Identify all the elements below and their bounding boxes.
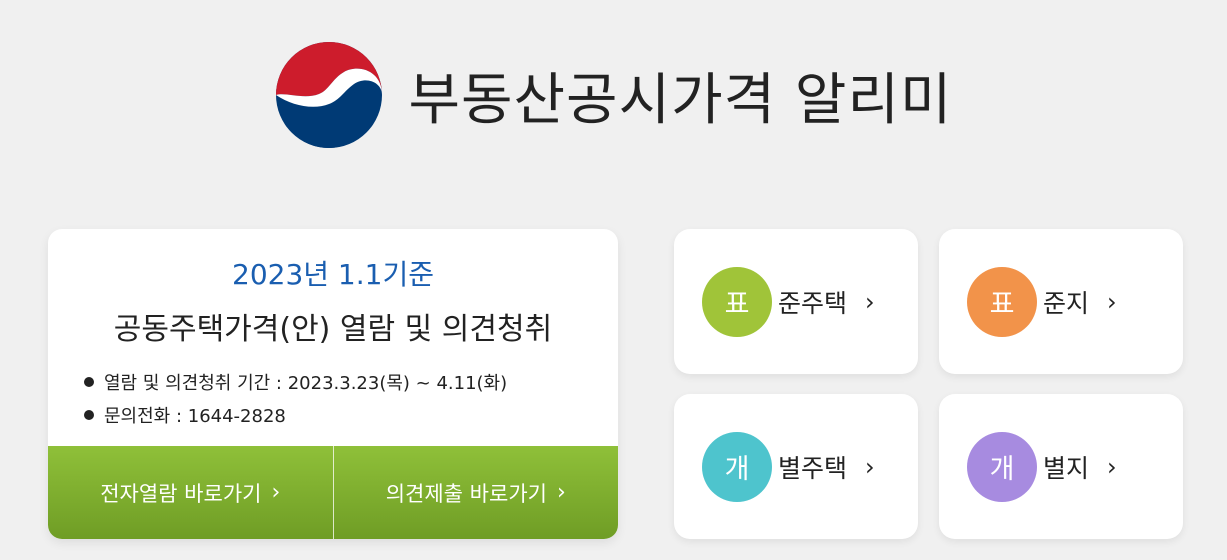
notice-card: 2023년 1.1기준 공동주택가격(안) 열람 및 의견청취 열람 및 의견청… <box>48 229 618 539</box>
submit-opinion-button-label: 의견제출 바로가기 <box>385 481 547 506</box>
e-viewing-button-label: 전자열람 바로가기 <box>100 481 262 506</box>
bullet-icon <box>84 409 94 420</box>
info-phone-text: 문의전화 : 1644-2828 <box>104 405 286 427</box>
submit-opinion-button[interactable]: 의견제출 바로가기 › <box>332 446 619 539</box>
tile-badge: 개 <box>702 431 772 502</box>
chevron-right-icon: › <box>271 480 281 505</box>
e-viewing-button[interactable]: 전자열람 바로가기 › <box>48 446 333 539</box>
chevron-right-icon: › <box>556 480 566 505</box>
list-item: 열람 및 의견청취 기간 : 2023.3.23(목) ~ 4.11(화) <box>84 365 507 398</box>
site-title: 부동산공시가격 알리미 <box>408 67 953 133</box>
chevron-right-icon: › <box>865 287 875 316</box>
tile-badge: 개 <box>967 431 1037 502</box>
site-header: 부동산공시가격 알리미 <box>0 0 1227 190</box>
notice-date-label: 2023년 1.1기준 <box>232 258 434 291</box>
tile-badge: 표 <box>967 266 1037 337</box>
notice-info-list: 열람 및 의견청취 기간 : 2023.3.23(목) ~ 4.11(화) 문의… <box>84 365 507 431</box>
government-emblem-icon[interactable] <box>274 40 384 150</box>
tile-label: 준지 <box>1043 288 1090 318</box>
chevron-right-icon: › <box>1107 287 1117 316</box>
tile-label: 준주택 <box>778 288 848 318</box>
bullet-icon <box>84 376 94 387</box>
notice-title: 공동주택가격(안) 열람 및 의견청취 <box>113 312 553 347</box>
tile-label: 별주택 <box>778 453 848 483</box>
page: 부동산공시가격 알리미 2023년 1.1기준 공동주택가격(안) 열람 및 의… <box>0 0 1227 560</box>
tile-standard-housing[interactable]: 표 준주택 › <box>674 229 918 374</box>
tile-individual-housing[interactable]: 개 별주택 › <box>674 394 918 539</box>
list-item: 문의전화 : 1644-2828 <box>84 398 507 431</box>
chevron-right-icon: › <box>1107 452 1117 481</box>
tile-individual-land[interactable]: 개 별지 › <box>939 394 1183 539</box>
info-period-text: 열람 및 의견청취 기간 : 2023.3.23(목) ~ 4.11(화) <box>104 372 508 394</box>
notice-action-bar: 전자열람 바로가기 › 의견제출 바로가기 › <box>48 446 618 539</box>
tile-standard-land[interactable]: 표 준지 › <box>939 229 1183 374</box>
tile-label: 별지 <box>1043 453 1090 483</box>
tile-badge: 표 <box>702 266 772 337</box>
chevron-right-icon: › <box>865 452 875 481</box>
